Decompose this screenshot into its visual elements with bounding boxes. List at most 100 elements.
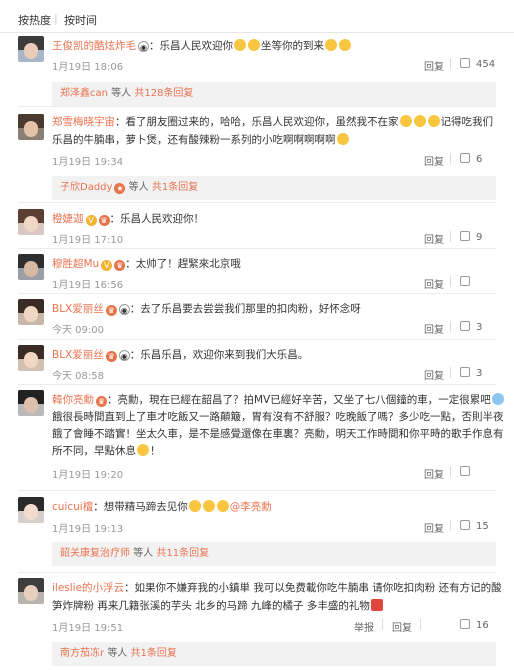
avatar[interactable] xyxy=(18,345,44,371)
like-button[interactable]: 6 xyxy=(460,153,482,165)
meta-divider xyxy=(450,520,451,531)
comment-meta: 1月19日 19:13 回复 15 xyxy=(52,520,496,535)
reply-button[interactable]: 回复 xyxy=(424,58,444,73)
reply-button[interactable]: 回复 xyxy=(424,231,444,246)
username-link[interactable]: cuicui檀 xyxy=(52,501,93,513)
thread-username[interactable]: 子欣Daddy xyxy=(60,182,112,193)
mention-link[interactable]: @李亮勳 xyxy=(230,501,272,513)
reply-thread-bar[interactable]: 南方茄冻r 等人 共1条回复 xyxy=(52,642,496,666)
thread-count-link[interactable]: 共1条回复 xyxy=(131,648,177,659)
meta-divider xyxy=(450,153,451,164)
like-button[interactable]: 16 xyxy=(460,619,489,631)
thread-count-link[interactable]: 共1条回复 xyxy=(152,182,198,193)
vip-badge-icon: ♛ xyxy=(105,305,117,316)
comment-body: 郑雪梅晓宇宙：看了朋友圈过来的，哈哈，乐昌人民欢迎你，虽然我不在家 记得吃我们 xyxy=(52,115,493,128)
comment-meta: 1月19日 19:34 回复 6 xyxy=(52,153,496,168)
username-link[interactable]: 穆胜超Mu xyxy=(52,258,99,270)
thumbs-up-icon xyxy=(460,231,470,241)
comment-time: 1月19日 19:34 xyxy=(52,157,124,168)
avatar[interactable] xyxy=(18,209,44,235)
sort-bar: 按热度 | 按时间 xyxy=(0,0,514,33)
comment-body-line: 笋炸牌粉 再来几籍张溪的芋头 北乡的马蹄 九峰的橘子 多丰盛的礼物 xyxy=(52,598,496,614)
thumbs-up-icon xyxy=(460,153,470,163)
like-button[interactable]: 3 xyxy=(460,367,482,379)
comment-body-line: 餓了會睡不踏實！坐太久車，是不是感覺還像在車裏？亮勳，明天工作時間和你平時的歌手… xyxy=(52,428,504,440)
reply-button[interactable]: 回复 xyxy=(424,276,444,291)
comment-meta: 1月19日 19:51 举报 回复 16 xyxy=(52,619,496,634)
thread-username[interactable]: 郑泽鑫can xyxy=(60,88,108,99)
avatar[interactable] xyxy=(18,36,44,62)
divider xyxy=(18,202,496,203)
username-link[interactable]: BLX爱丽丝 xyxy=(52,303,104,315)
reply-thread-bar[interactable]: 郑泽鑫can 等人 共128条回复 xyxy=(52,82,496,106)
like-button[interactable] xyxy=(460,276,476,288)
smile-emoji-icon xyxy=(248,39,260,51)
comment-meta: 1月19日 17:10 回复 9 xyxy=(52,231,496,246)
verified-badge-icon: V xyxy=(101,260,113,271)
reply-thread-bar[interactable]: 子欣Daddy ★ 等人 共1条回复 xyxy=(52,176,496,200)
reply-button[interactable]: 回复 xyxy=(424,153,444,168)
reply-button[interactable]: 回复 xyxy=(424,466,444,481)
avatar[interactable] xyxy=(18,497,44,523)
username-link[interactable]: BLX爱丽丝 xyxy=(52,349,104,361)
comment-meta: 今天 09:00 回复 3 xyxy=(52,321,496,336)
thread-username[interactable]: 南方茄冻r xyxy=(60,648,104,659)
gift-icon xyxy=(370,599,383,611)
divider xyxy=(18,572,496,573)
reply-thread-bar[interactable]: 韶关康复治疗师 等人 共11条回复 xyxy=(52,542,496,566)
comment-body: 穆胜超Mu V ♛ ：太帅了！趕緊來北京哦 xyxy=(52,258,241,271)
meta-divider xyxy=(450,58,451,69)
like-button[interactable] xyxy=(460,466,476,478)
comment-body: ileslie的小浮云：如果你不嫌弃我的小鎮単 我可以免费載你吃牛腩串 请你吃扣… xyxy=(52,582,502,594)
avatar[interactable] xyxy=(18,254,44,280)
thread-username[interactable]: 韶关康复治疗师 xyxy=(60,548,130,559)
reply-button[interactable]: 回复 xyxy=(424,321,444,336)
username-link[interactable]: ileslie的小浮云 xyxy=(52,582,124,594)
like-button[interactable]: 15 xyxy=(460,520,489,532)
comment-body: 橙婕迦 V ♛ ：乐昌人民欢迎你！ xyxy=(52,213,204,226)
thread-count-link[interactable]: 共128条回复 xyxy=(134,88,193,99)
vip-badge-icon: ♛ xyxy=(98,215,110,226)
comment-meta: 1月19日 19:20 回复 xyxy=(52,466,496,481)
sort-by-hot-tab[interactable]: 按热度 xyxy=(18,12,51,28)
avatar[interactable] xyxy=(18,299,44,325)
avatar[interactable] xyxy=(18,390,44,416)
username-link[interactable]: 韓你亮勳 xyxy=(52,394,94,406)
sad-emoji-icon xyxy=(491,393,504,405)
verified-badge-icon: V xyxy=(85,215,97,226)
comment-time: 1月19日 17:10 xyxy=(52,235,124,246)
divider xyxy=(18,490,496,491)
comment-meta: 今天 08:58 回复 3 xyxy=(52,367,496,382)
comment-time: 今天 09:00 xyxy=(52,325,104,336)
comment-body-line: 乐昌的牛腩串，萝卜煲，还有酸辣粉一系列的小吃啊啊啊啊啊 xyxy=(52,132,496,148)
avatar[interactable] xyxy=(18,578,44,604)
comment-body-line: 所不同，早點休息！ xyxy=(52,444,161,457)
panda-icon: ◉ xyxy=(118,304,130,315)
comment-meta: 1月19日 16:56 回复 xyxy=(52,276,496,291)
report-button[interactable]: 举报 xyxy=(354,619,374,634)
reply-button[interactable]: 回复 xyxy=(392,619,412,634)
like-button[interactable]: 3 xyxy=(460,321,482,333)
username-link[interactable]: 橙婕迦 xyxy=(52,213,84,225)
comment-body: cuicui檀：想带精马蹄去见你 @李亮勳 xyxy=(52,500,272,513)
username-link[interactable]: 郑雪梅晓宇宙 xyxy=(52,116,115,128)
meta-divider xyxy=(450,231,451,242)
smile-emoji-icon xyxy=(234,39,246,51)
reply-button[interactable]: 回复 xyxy=(424,367,444,382)
username-link[interactable]: 王俊凯的酷炫炸毛 xyxy=(52,40,136,52)
like-button[interactable]: 9 xyxy=(460,231,482,243)
sort-by-time-tab[interactable]: 按时间 xyxy=(64,12,97,28)
avatar[interactable] xyxy=(18,114,44,140)
reply-button[interactable]: 回复 xyxy=(424,520,444,535)
thread-count-link[interactable]: 共11条回复 xyxy=(156,548,209,559)
comment-time: 1月19日 16:56 xyxy=(52,280,124,291)
comment-body: 韓你亮勳 ♛ ：亮勳，現在已經在韶昌了？拍MV已經好辛苦，又坐了七八個鐘的車，一定很… xyxy=(52,392,504,408)
thumbs-up-icon xyxy=(460,276,470,286)
thumbs-up-icon xyxy=(460,367,470,377)
comment-time: 1月19日 18:06 xyxy=(52,62,124,73)
meta-divider xyxy=(450,321,451,332)
like-button[interactable]: 454 xyxy=(460,58,495,70)
smile-emoji-icon xyxy=(325,39,337,51)
smile-emoji-icon xyxy=(216,500,229,512)
comment-body: BLX爱丽丝 ♛ ◉ ：乐昌乐昌，欢迎你来到我们大乐昌。 xyxy=(52,349,309,362)
